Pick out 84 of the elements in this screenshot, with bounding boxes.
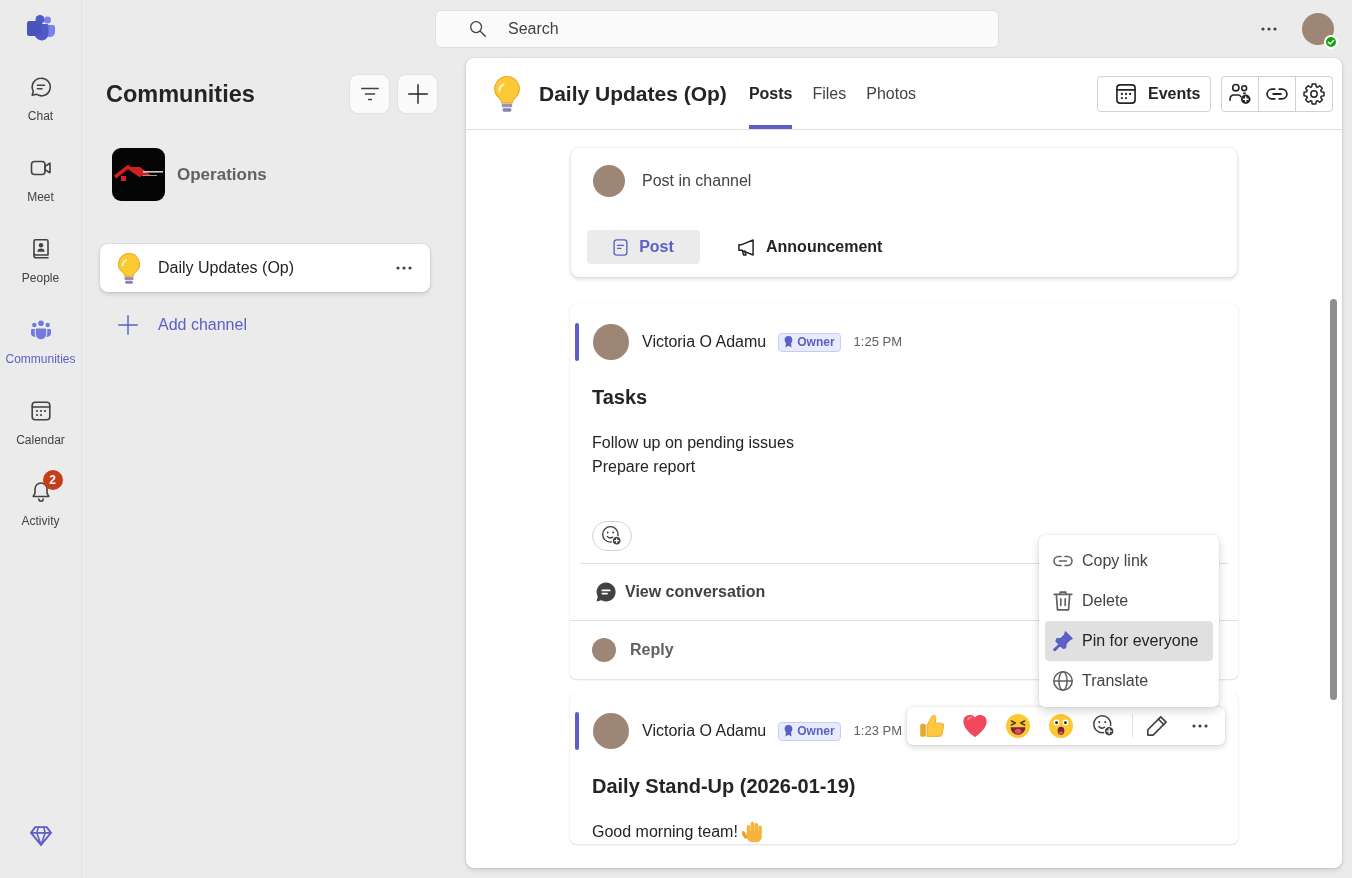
timestamp: 1:23 PM xyxy=(853,722,902,741)
post-text: Good morning team! xyxy=(592,822,738,842)
accent-bar xyxy=(575,712,579,750)
reply-button[interactable]: Reply xyxy=(630,638,674,662)
more-icon xyxy=(396,266,412,270)
nav-button[interactable]: People xyxy=(0,219,81,300)
app-logo-icon[interactable] xyxy=(26,15,55,41)
plus-icon xyxy=(118,315,138,335)
megaphone-icon xyxy=(737,238,755,256)
filter-button[interactable] xyxy=(350,75,389,113)
channel-title: Daily Updates (Op) xyxy=(539,80,727,107)
calendar-icon xyxy=(1116,83,1136,104)
people-group-icon xyxy=(28,318,53,342)
post-type-button[interactable]: Post xyxy=(587,230,700,264)
ribbon-icon xyxy=(784,336,794,348)
more-icon xyxy=(1261,27,1277,31)
events-button[interactable]: Events xyxy=(1097,75,1211,112)
nav-button[interactable]: Chat xyxy=(0,57,81,138)
lightbulb-icon xyxy=(118,252,140,284)
diamond-icon[interactable] xyxy=(29,825,52,847)
link-button[interactable] xyxy=(1258,75,1296,112)
role-label: Owner xyxy=(797,334,835,351)
menu-item[interactable]: Copy link xyxy=(1045,541,1213,581)
note-icon xyxy=(613,238,629,256)
view-conversation-button[interactable]: View conversation xyxy=(570,564,766,620)
nav-button[interactable]: Communities xyxy=(0,300,81,381)
settings-button[interactable] xyxy=(1295,75,1333,112)
nav-button[interactable]: Meet xyxy=(0,138,81,219)
search-icon xyxy=(470,21,486,37)
add-button[interactable] xyxy=(398,75,437,113)
thumbs-up-icon xyxy=(920,714,944,738)
community-name[interactable]: Operations xyxy=(177,161,267,188)
more-icon xyxy=(1192,724,1208,728)
tab[interactable]: Posts xyxy=(748,58,793,129)
settings-icon xyxy=(1303,82,1325,105)
add-member-button[interactable] xyxy=(1221,75,1259,112)
sidebar-title: Communities xyxy=(106,80,255,109)
add-reaction-icon xyxy=(1093,715,1115,737)
add-reaction-button[interactable] xyxy=(592,521,632,551)
community-logo xyxy=(112,148,165,201)
lightbulb-icon xyxy=(494,75,520,112)
heart-icon xyxy=(963,715,987,737)
search-field[interactable]: Search xyxy=(435,10,999,48)
timestamp: 1:25 PM xyxy=(853,333,902,352)
avatar xyxy=(593,165,625,197)
menu-item[interactable]: Translate xyxy=(1045,661,1213,701)
pencil-icon xyxy=(1147,716,1167,736)
chat-bubble-icon xyxy=(28,75,53,99)
menu-item[interactable]: Pin for everyone xyxy=(1045,621,1213,661)
menu-item[interactable]: Delete xyxy=(1045,581,1213,621)
post-title: Tasks xyxy=(592,385,649,410)
speech-bubble-icon xyxy=(596,582,616,602)
calendar-icon xyxy=(28,399,53,423)
globe-icon xyxy=(1053,671,1073,691)
post-text: Follow up on pending issues xyxy=(592,433,794,453)
avatar xyxy=(593,324,629,360)
plus-icon xyxy=(407,84,428,104)
post-title: Daily Stand-Up (2026-01-19) xyxy=(592,774,857,799)
pin-icon xyxy=(1053,631,1073,651)
ribbon-icon xyxy=(784,725,794,737)
add-channel-button[interactable]: Add channel xyxy=(106,305,247,345)
post-text: Prepare report xyxy=(592,457,696,477)
accent-bar xyxy=(575,323,579,361)
post-type-button[interactable]: Announcement xyxy=(721,230,899,264)
notification-badge: 2 xyxy=(42,470,63,490)
author-name: Victoria O Adamu xyxy=(642,721,767,741)
add-person-icon xyxy=(1229,82,1251,105)
author-name: Victoria O Adamu xyxy=(642,332,767,352)
scrollbar-thumb[interactable] xyxy=(1330,299,1337,700)
surprised-face-icon xyxy=(1049,714,1073,738)
nav-button[interactable]: 2 Activity xyxy=(0,462,81,543)
avatar xyxy=(592,638,616,662)
channel-item[interactable]: Daily Updates (Op) xyxy=(100,244,430,292)
trash-icon xyxy=(1053,591,1073,611)
add-reaction-icon xyxy=(602,526,622,546)
tab[interactable]: Files xyxy=(812,58,847,129)
avatar xyxy=(593,713,629,749)
post-field[interactable]: Post in channel xyxy=(642,169,1215,193)
filter-icon xyxy=(360,87,379,101)
nav-button[interactable]: Calendar xyxy=(0,381,81,462)
avatar[interactable] xyxy=(1302,13,1334,45)
role-label: Owner xyxy=(797,723,835,740)
laughing-face-icon xyxy=(1006,714,1030,738)
tab[interactable]: Photos xyxy=(866,58,917,129)
